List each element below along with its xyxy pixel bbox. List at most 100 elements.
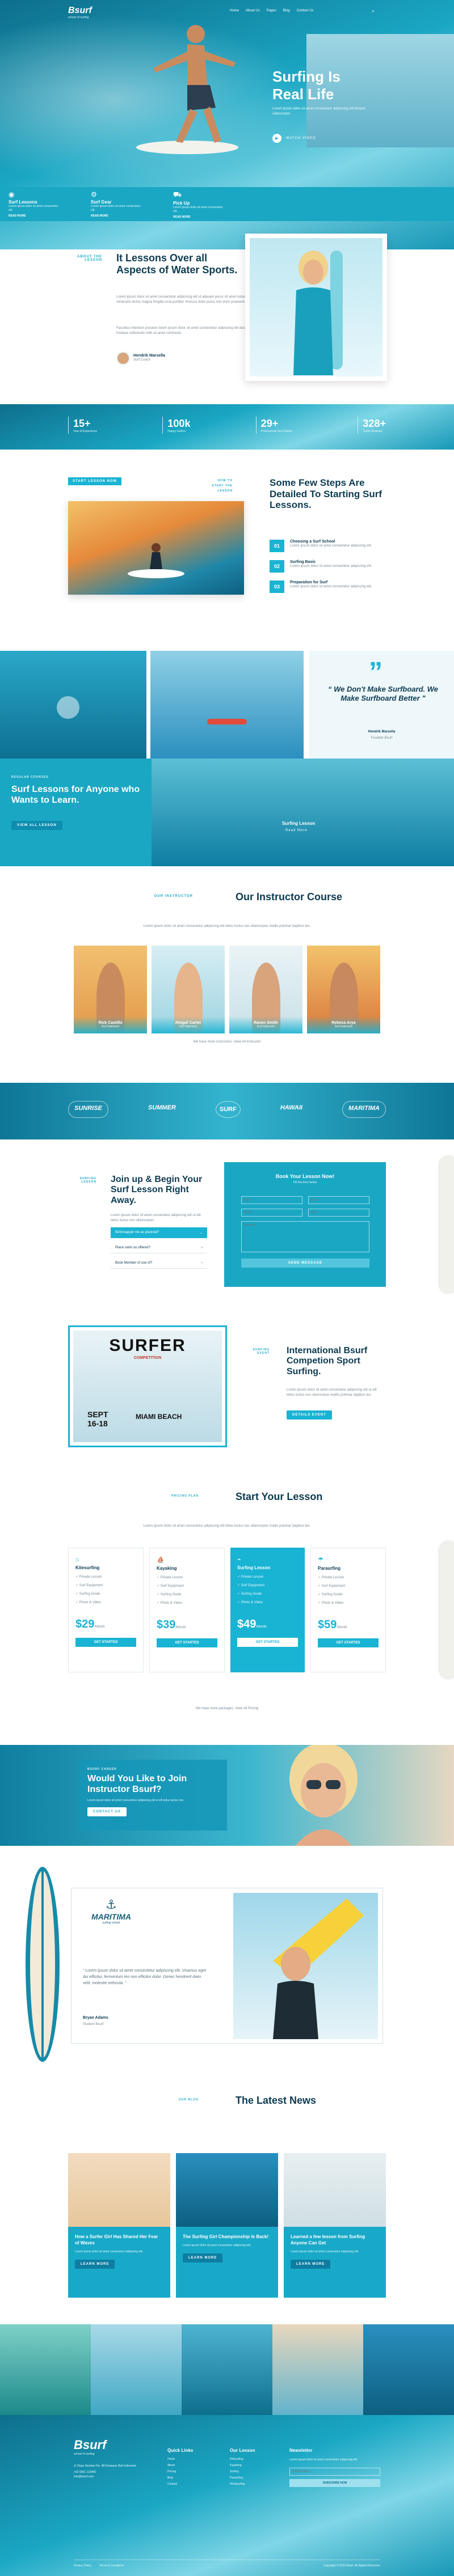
instructor-footer[interactable]: We have more instructors. View All Instr… <box>68 1040 386 1045</box>
details-event-button[interactable]: DETAILS EVENT <box>287 1410 332 1420</box>
instructor-card[interactable]: Rebeca Arya Surf Instructor <box>307 946 380 1033</box>
nav-item-contact[interactable]: Contact Us <box>297 9 314 12</box>
feature-bar: ◉ Surf Lessons Lorem ipsum dolor sit ame… <box>0 187 454 221</box>
sponsor-logo: SURF <box>215 1101 241 1118</box>
instructor-kicker: OUR INSTRUCTOR <box>154 895 193 898</box>
get-started-button[interactable]: GET STARTED <box>157 1638 217 1647</box>
privacy-link[interactable]: Privacy Policy <box>74 2564 91 2567</box>
faq-item[interactable]: Place swim as offered? › <box>111 1243 207 1253</box>
view-all-lesson-button[interactable]: VIEW ALL LESSON <box>11 821 62 830</box>
parachute-icon: ☂ <box>318 1557 323 1564</box>
about-paragraph: Faucibus interdum posuere lorem ipsum do… <box>116 327 246 335</box>
pricing-card: ⛵ Kayaking ✓ Private Lesson ✓ Surf Equip… <box>149 1548 225 1672</box>
footer-link[interactable]: Surfing <box>230 2470 255 2473</box>
subscribe-button[interactable]: SUBSCRIBE NOW <box>289 2479 380 2487</box>
learn-more-button[interactable]: LEARN MORE <box>75 2260 115 2269</box>
footer-link[interactable]: Kitesurfing <box>230 2458 255 2461</box>
testimonial-author: Bryan Adams <box>83 2016 108 2020</box>
nav-item-about[interactable]: About Us <box>246 9 260 12</box>
get-started-button[interactable]: GET STARTED <box>237 1638 298 1647</box>
surfboard-icon: ⌁ <box>237 1556 241 1563</box>
news-card[interactable]: How a Surfer Girl Has Shared Her Fear of… <box>68 2153 170 2298</box>
date-field[interactable] <box>308 1209 369 1217</box>
pricing-title: Start Your Lesson <box>236 1491 323 1502</box>
news-card[interactable]: Learned a few lesson from Surfing Anyone… <box>284 2153 386 2298</box>
instructor-card[interactable]: Raven Smith Surf Instructor <box>229 946 302 1033</box>
instructor-card[interactable]: Rick Castillo Surf Instructor <box>74 946 147 1033</box>
footer-link[interactable]: Kayaking <box>230 2464 255 2467</box>
read-more-link[interactable]: READ MORE <box>173 215 224 219</box>
footer-link[interactable]: Home <box>167 2458 193 2461</box>
stat-item: 29+ Professional Surf Guides <box>255 417 292 434</box>
footer-link[interactable]: Contact <box>167 2482 193 2486</box>
nav-menu: Home About Us Pages Blog Contact Us <box>230 9 313 12</box>
strip-photo[interactable] <box>272 2324 363 2415</box>
gear-icon: ⚙ <box>91 190 97 198</box>
footer-link[interactable]: About <box>167 2464 193 2467</box>
news-image <box>176 2153 278 2227</box>
footer-link[interactable]: Paraurfing <box>230 2476 255 2480</box>
sponsor-logo: SUNRISE <box>68 1101 108 1118</box>
gallery-image <box>150 651 304 759</box>
faq-item[interactable]: Beforeapper me as planned? ⌄ <box>111 1227 207 1238</box>
start-lesson-badge[interactable]: START LESSON NOW <box>68 477 122 485</box>
lesson-tile[interactable]: Surfing Lesson Read More <box>152 759 454 866</box>
newsletter-email-field[interactable] <box>289 2468 380 2476</box>
booking-form: Book Your Lesson Now! Fill this form bel… <box>224 1162 386 1287</box>
send-message-button[interactable]: SEND MESSAGE <box>241 1259 369 1268</box>
get-started-button[interactable]: GET STARTED <box>75 1638 136 1647</box>
pricing-desc: Lorem ipsum dolor sit amet consectetur a… <box>143 1524 311 1528</box>
nav-item-home[interactable]: Home <box>230 9 239 12</box>
stat-item: 328+ Surfer Reviews <box>358 417 386 434</box>
instructor-desc: Lorem ipsum dolor sit amet consectetur a… <box>143 925 311 928</box>
instructor-title: Our Instructor Course <box>236 891 343 903</box>
nav-item-blog[interactable]: Blog <box>283 9 290 12</box>
learn-more-button[interactable]: LEARN MORE <box>291 2260 331 2269</box>
feature-list: ✓ Private Lesson ✓ Surf Equipment ✓ Surf… <box>75 1575 103 1604</box>
learn-more-button[interactable]: LEARN MORE <box>183 2253 223 2263</box>
read-more-link[interactable]: READ MORE <box>91 214 142 218</box>
nav-item-pages[interactable]: Pages <box>267 9 276 12</box>
logo[interactable]: Bsurf school of surfing <box>68 6 92 19</box>
faq-item[interactable]: Book Member of use of? › <box>111 1258 207 1269</box>
get-started-button[interactable]: GET STARTED <box>318 1638 379 1647</box>
car-icon: ⛟ <box>173 190 182 198</box>
steps-kicker: HOW TO START THE LESSON <box>212 479 233 493</box>
news-card[interactable]: The Surfing Girl Championship Is Back! L… <box>176 2153 278 2298</box>
contact-us-button[interactable]: CONTACT US <box>87 1807 219 1816</box>
instructors-section: OUR INSTRUCTOR Our Instructor Course Lor… <box>68 891 386 1044</box>
terms-link[interactable]: Terms & Conditions <box>99 2564 124 2567</box>
search-icon[interactable]: ⌕ <box>372 8 375 14</box>
hero-content: Surfing Is Real Life Lorem ipsum dolor s… <box>272 68 386 143</box>
footer-link[interactable]: Pricing <box>167 2470 193 2473</box>
sponsors-bar: SUNRISE SUMMER SURF HAWAII MARITIMA <box>0 1083 454 1139</box>
watch-video[interactable]: ▶ WATCH VIDEO <box>272 134 386 143</box>
pricing-footer[interactable]: We have more packages. View All Pricing <box>68 1706 386 1711</box>
feature-list: ✓ Private Lesson ✓ Surf Equipment ✓ Surf… <box>157 1576 184 1605</box>
email-field[interactable] <box>308 1196 369 1204</box>
footer: Bsurf school of surfing Jl. Raya Sesetan… <box>0 2415 454 2576</box>
quote-role: Founder Bsurf <box>371 736 393 740</box>
hero-subtitle: Lorem ipsum dolor sit amet consectetur a… <box>272 107 366 116</box>
surfboard-decoration <box>440 1542 454 1678</box>
testimonial-image <box>233 1893 378 2039</box>
strip-photo[interactable] <box>182 2324 272 2415</box>
steps-image <box>68 501 244 595</box>
pricing-plans: ⌂ Kitesurfing ✓ Private Lesson ✓ Surf Eq… <box>68 1548 386 1672</box>
read-more-link[interactable]: READ MORE <box>9 214 60 218</box>
step-item: 03 Preparation for Surf Lorem ipsum dolor… <box>270 581 386 593</box>
news-image <box>284 2153 386 2227</box>
instructor-card[interactable]: Abigail Carter Surf Instructor <box>152 946 225 1033</box>
message-field[interactable] <box>241 1221 369 1252</box>
strip-photo[interactable] <box>91 2324 182 2415</box>
testimonial-role: Student Bsurf <box>83 2023 104 2026</box>
feature-list: ✓ Private Lesson ✓ Surf Equipment ✓ Surf… <box>318 1576 346 1605</box>
footer-link[interactable]: Blog <box>167 2476 193 2480</box>
name-field[interactable] <box>241 1196 302 1204</box>
strip-photo[interactable] <box>363 2324 454 2415</box>
strip-photo[interactable] <box>0 2324 91 2415</box>
phone-field[interactable] <box>241 1209 302 1217</box>
footer-link[interactable]: Windsurfing <box>230 2482 255 2486</box>
testimonial-text: “ Lorem ipsum dolor sit amet consectetur… <box>83 1969 206 1985</box>
quote-author: Hendrik Marsella <box>368 730 396 734</box>
